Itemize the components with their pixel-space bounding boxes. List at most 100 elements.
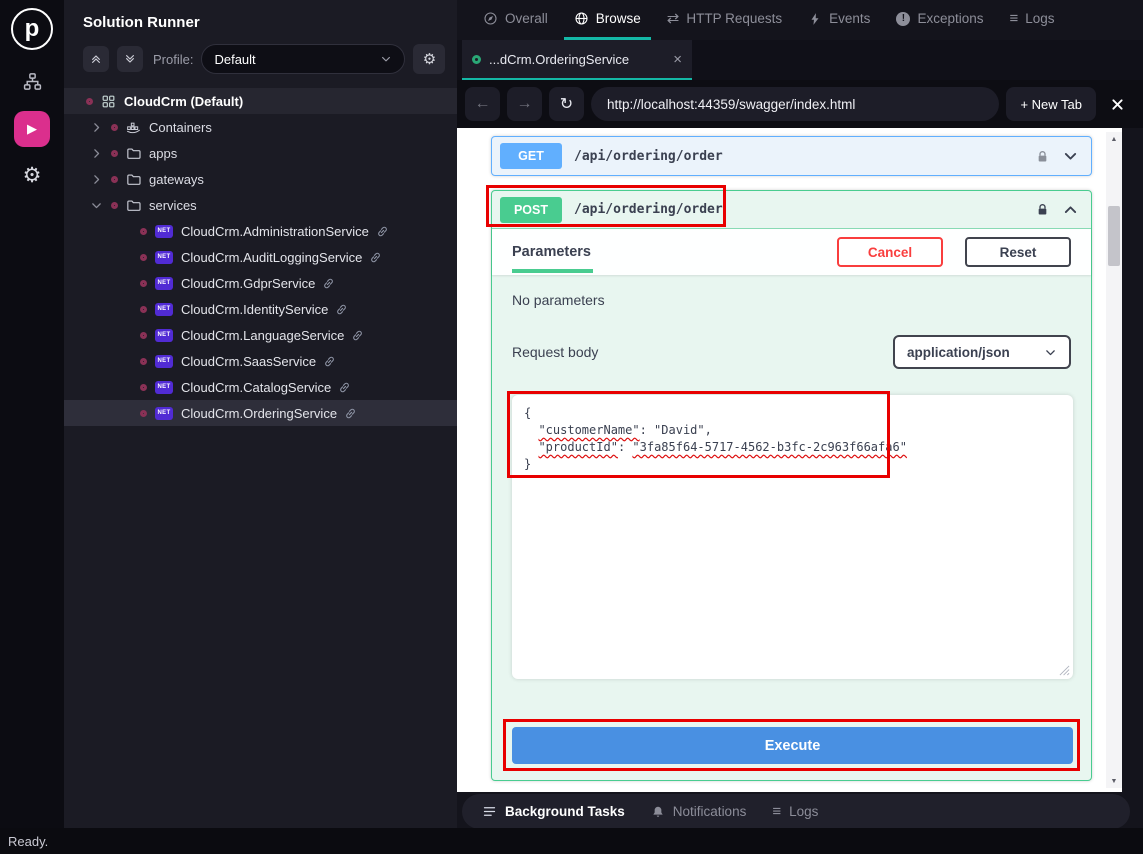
tab-exceptions[interactable]: ! Exceptions xyxy=(886,0,993,40)
browser-tabstrip: ...dCrm.OrderingService × xyxy=(457,40,1143,80)
new-tab-button[interactable]: + New Tab xyxy=(1006,87,1096,121)
execute-button[interactable]: Execute xyxy=(512,727,1073,764)
opblock-post-header[interactable]: POST /api/ordering/order xyxy=(492,191,1091,229)
run-button[interactable]: ▶ xyxy=(14,111,50,147)
tab-browse[interactable]: Browse xyxy=(564,0,651,40)
profile-select[interactable]: Default xyxy=(201,44,405,74)
opblock-get-header[interactable]: GET /api/ordering/order xyxy=(492,137,1091,175)
gear-icon: ⚙ xyxy=(23,164,42,187)
project-icon xyxy=(86,98,93,105)
link-icon[interactable] xyxy=(376,225,389,238)
solution-tree-icon[interactable] xyxy=(23,72,42,91)
service-name: CloudCrm.SaasService xyxy=(181,354,316,369)
settings-button[interactable]: ⚙ xyxy=(23,163,42,188)
forward-button[interactable]: → xyxy=(507,87,542,121)
project-icon xyxy=(140,228,147,235)
tree-item-service[interactable]: NET CloudCrm.CatalogService xyxy=(64,374,457,400)
tree-item-service[interactable]: NET CloudCrm.GdprService xyxy=(64,270,457,296)
link-icon[interactable] xyxy=(369,251,382,264)
tab-overall[interactable]: Overall xyxy=(473,0,558,40)
chevron-up-icon[interactable] xyxy=(1062,201,1079,218)
link-icon[interactable] xyxy=(323,355,336,368)
content-scrollbar[interactable]: ▲ ▼ xyxy=(1106,132,1122,788)
parameters-title: Parameters xyxy=(512,232,593,273)
lock-icon[interactable] xyxy=(1035,202,1050,217)
tools-button[interactable] xyxy=(1103,97,1131,112)
chevron-down-icon[interactable] xyxy=(1062,148,1079,165)
tab-logs[interactable]: ≡ Logs xyxy=(999,0,1064,40)
profile-value: Default xyxy=(214,52,255,67)
link-icon[interactable] xyxy=(338,381,351,394)
browser-tab-active[interactable]: ...dCrm.OrderingService × xyxy=(462,40,692,80)
request-body-editor[interactable]: { "customerName": "David", "productId" : … xyxy=(512,395,1073,679)
tree-item-containers[interactable]: Containers xyxy=(64,114,457,140)
group-label: Containers xyxy=(149,120,212,135)
tree-item-service[interactable]: NET CloudCrm.SaasService xyxy=(64,348,457,374)
link-icon[interactable] xyxy=(344,407,357,420)
refresh-button[interactable]: ↻ xyxy=(549,87,584,121)
back-button[interactable]: ← xyxy=(465,87,500,121)
reset-button[interactable]: Reset xyxy=(965,237,1071,267)
tab-http-requests[interactable]: ⇄ HTTP Requests xyxy=(657,0,792,40)
opblock-get[interactable]: GET /api/ordering/order xyxy=(491,136,1092,176)
dotnet-badge: NET xyxy=(155,225,173,238)
folder-icon xyxy=(126,172,141,187)
tab-events[interactable]: Events xyxy=(798,0,880,40)
tab-label: Browse xyxy=(596,11,641,26)
dotnet-badge: NET xyxy=(155,277,173,290)
project-icon xyxy=(140,332,147,339)
collapse-all-button[interactable] xyxy=(83,46,109,72)
tasks-icon xyxy=(482,804,497,819)
tree-item-services[interactable]: services xyxy=(64,192,457,218)
tree-item-root[interactable]: CloudCrm (Default) xyxy=(64,88,457,114)
tree-item-service[interactable]: NET CloudCrm.AdministrationService xyxy=(64,218,457,244)
tree-item-gateways[interactable]: gateways xyxy=(64,166,457,192)
json-text: { xyxy=(524,406,531,420)
tree-item-service-selected[interactable]: NET CloudCrm.OrderingService xyxy=(64,400,457,426)
json-text: : "David", xyxy=(640,423,712,437)
service-name: CloudCrm.CatalogService xyxy=(181,380,331,395)
expand-all-button[interactable] xyxy=(117,46,143,72)
view-tabbar: Overall Browse ⇄ HTTP Requests Events ! … xyxy=(457,0,1143,40)
tree-item-service[interactable]: NET CloudCrm.AuditLoggingService xyxy=(64,244,457,270)
tree-item-service[interactable]: NET CloudCrm.IdentityService xyxy=(64,296,457,322)
service-name: CloudCrm.LanguageService xyxy=(181,328,344,343)
close-tab-icon[interactable]: × xyxy=(673,51,682,68)
background-tasks-button[interactable]: Background Tasks xyxy=(482,804,625,819)
sidebar-title: Solution Runner xyxy=(64,0,457,31)
forward-icon: → xyxy=(517,95,533,113)
opblock-post: POST /api/ordering/order Parameters Canc… xyxy=(491,190,1092,781)
sidebar-controls: Profile: Default ⚙ xyxy=(83,44,447,74)
solution-tree: CloudCrm (Default) Containers apps gatew… xyxy=(64,88,457,426)
tree-item-service[interactable]: NET CloudCrm.LanguageService xyxy=(64,322,457,348)
scroll-up-icon[interactable]: ▲ xyxy=(1106,132,1122,146)
lock-icon[interactable] xyxy=(1035,149,1050,164)
scrollbar-thumb[interactable] xyxy=(1108,206,1120,266)
group-label: gateways xyxy=(149,172,204,187)
folder-icon xyxy=(126,146,141,161)
group-label: apps xyxy=(149,146,177,161)
json-key-misspelled: "productId" xyxy=(538,440,617,454)
chevron-right-icon xyxy=(90,173,103,186)
logs-button[interactable]: ≡ Logs xyxy=(772,804,818,819)
link-icon[interactable] xyxy=(322,277,335,290)
folder-icon xyxy=(126,198,141,213)
project-icon xyxy=(111,176,118,183)
url-input[interactable]: http://localhost:44359/swagger/index.htm… xyxy=(591,87,999,121)
solution-grid-icon xyxy=(101,94,116,109)
scroll-down-icon[interactable]: ▼ xyxy=(1106,774,1122,788)
resize-grip[interactable] xyxy=(1059,665,1070,676)
gear-icon: ⚙ xyxy=(423,50,436,68)
link-icon[interactable] xyxy=(351,329,364,342)
json-line: "customerName": "David", xyxy=(524,422,1061,439)
dotnet-badge: NET xyxy=(155,329,173,342)
service-name: CloudCrm.IdentityService xyxy=(181,302,328,317)
tree-item-apps[interactable]: apps xyxy=(64,140,457,166)
notifications-button[interactable]: Notifications xyxy=(651,804,747,819)
content-type-select[interactable]: application/json xyxy=(893,335,1071,369)
post-path: /api/ordering/order xyxy=(574,202,723,217)
cancel-button[interactable]: Cancel xyxy=(837,237,943,267)
link-icon[interactable] xyxy=(335,303,348,316)
json-line: { xyxy=(524,405,1061,422)
profile-settings-button[interactable]: ⚙ xyxy=(413,44,445,74)
